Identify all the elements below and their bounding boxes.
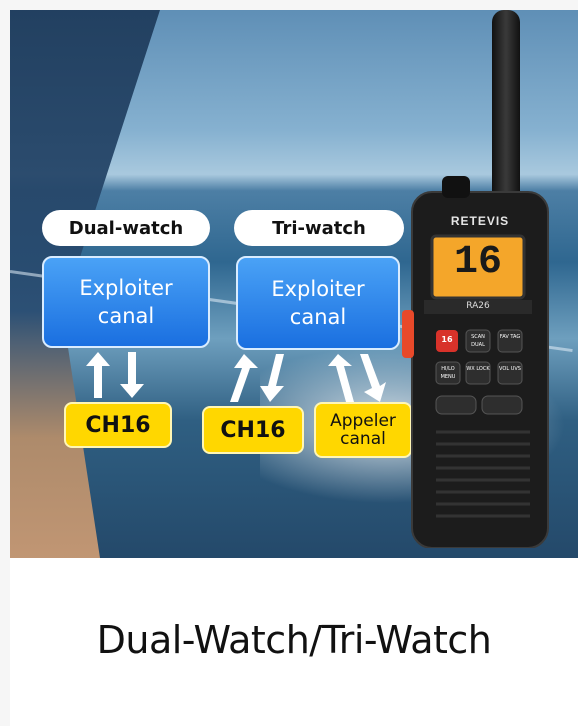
tri-watch-exploit-line2: canal [289,305,347,329]
hero-image: Dual-watch Exploiter canal CH16 Tri-watc… [10,10,578,558]
dual-watch-arrows-icon [86,352,144,398]
radio-key-hilo: HI/LO MENU [440,366,456,380]
radio-key-scan: SCAN DUAL [471,334,485,348]
marine-radio: RETEVIS 16 RA26 16 SCAN DUAL FAV TAG HI/… [402,170,552,549]
dual-watch-heading: Dual-watch [42,210,210,246]
tri-watch-ch16-arrows-icon [230,354,284,402]
dual-watch-channel-label: CH16 [85,412,151,438]
tri-watch-exploit-line1: Exploiter [271,277,365,301]
tri-watch-call-badge: Appeler canal [314,402,412,458]
radio-key-16: 16 [441,335,453,344]
radio-antenna [492,10,520,195]
radio-key-wx: WX LOCK [466,366,490,372]
caption-title: Dual-Watch/Tri-Watch [96,618,492,662]
dual-watch-exploit-box: Exploiter canal [42,256,210,348]
dual-watch-exploit-line2: canal [97,304,155,328]
tri-watch-exploit-box: Exploiter canal [236,256,400,350]
radio-brand: RETEVIS [450,214,510,228]
product-card: Dual-watch Exploiter canal CH16 Tri-watc… [10,10,578,726]
tri-watch-channel-label: CH16 [220,417,286,443]
tri-watch-call-arrows-icon [328,354,386,402]
tri-watch-call-line1: Appeler [330,411,396,431]
tri-watch-heading: Tri-watch [234,210,404,246]
radio-model: RA26 [466,301,490,311]
dual-watch-channel-badge: CH16 [64,402,172,448]
radio-key-fav: FAV TAG [499,334,521,340]
tri-watch-channel-badge: CH16 [202,406,304,454]
dual-watch-exploit-line1: Exploiter [79,276,173,300]
radio-lcd-channel: 16 [453,240,502,285]
radio-key-vol: VOL UVS [499,366,521,372]
tri-watch-call-line2: canal [340,429,386,449]
